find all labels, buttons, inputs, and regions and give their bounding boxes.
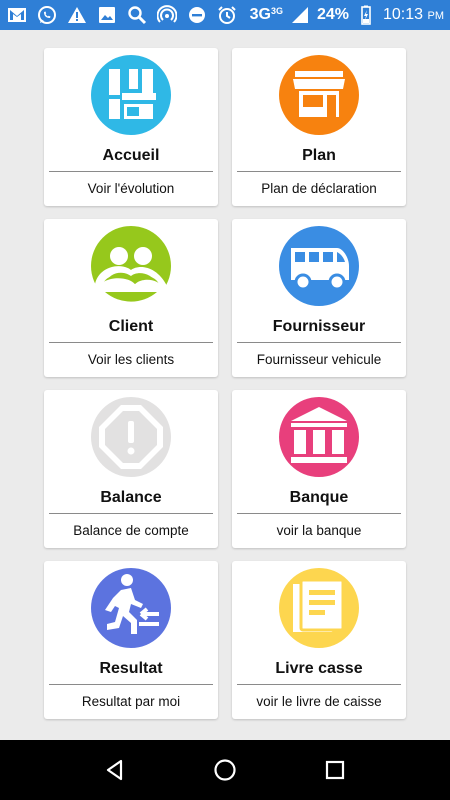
- alert-octagon-icon: [91, 397, 171, 477]
- card-subtitle: voir la banque: [276, 523, 362, 538]
- menu-grid: Accueil Voir l'évolution Plan Plan de dé…: [44, 48, 406, 719]
- people-icon: [91, 226, 171, 306]
- bus-icon: [279, 226, 359, 306]
- card-title: Accueil: [102, 147, 160, 164]
- card-subtitle: Voir l'évolution: [87, 181, 175, 196]
- recents-button[interactable]: [315, 750, 355, 790]
- bank-icon: [279, 397, 359, 477]
- card-resultat[interactable]: Resultat Resultat par moi: [44, 561, 218, 719]
- card-client[interactable]: Client Voir les clients: [44, 219, 218, 377]
- navigation-bar: [0, 740, 450, 800]
- divider: [237, 513, 401, 514]
- divider: [49, 684, 213, 685]
- card-subtitle: Plan de déclaration: [261, 181, 377, 196]
- warning-icon: [66, 4, 88, 26]
- divider: [49, 342, 213, 343]
- card-subtitle: Balance de compte: [73, 523, 189, 538]
- hotspot-icon: [156, 4, 178, 26]
- signal-icon: [289, 4, 311, 26]
- card-title: Banque: [289, 489, 349, 506]
- back-button[interactable]: [95, 750, 135, 790]
- card-title: Resultat: [99, 660, 163, 677]
- card-title: Client: [108, 318, 154, 335]
- card-title: Livre casse: [275, 660, 363, 677]
- card-balance[interactable]: Balance Balance de compte: [44, 390, 218, 548]
- store-icon: [279, 55, 359, 135]
- recents-icon: [325, 760, 345, 780]
- divider: [49, 171, 213, 172]
- card-plan[interactable]: Plan Plan de déclaration: [232, 48, 406, 206]
- card-title: Fournisseur: [272, 318, 366, 335]
- divider: [49, 513, 213, 514]
- card-title: Plan: [302, 147, 336, 164]
- divider: [237, 171, 401, 172]
- divider: [237, 684, 401, 685]
- notification-icons: [6, 4, 238, 26]
- home-icon: [214, 759, 236, 781]
- exit-walk-icon: [91, 568, 171, 648]
- card-banque[interactable]: Banque voir la banque: [232, 390, 406, 548]
- home-button[interactable]: [205, 750, 245, 790]
- card-fournisseur[interactable]: Fournisseur Fournisseur vehicule: [232, 219, 406, 377]
- search-icon: [126, 4, 148, 26]
- divider: [237, 342, 401, 343]
- network-type: 3G3G: [249, 6, 283, 23]
- clock: 10:13 PM: [383, 6, 444, 23]
- battery-percent: 24%: [316, 6, 349, 23]
- document-icon: [279, 568, 359, 648]
- status-bar: 3G3G 24% 10:13 PM: [0, 0, 450, 30]
- image-icon: [96, 4, 118, 26]
- battery-icon: [355, 4, 377, 26]
- card-subtitle: voir le livre de caisse: [256, 694, 382, 709]
- whatsapp-icon: [36, 4, 58, 26]
- card-subtitle: Fournisseur vehicule: [256, 352, 382, 367]
- card-subtitle: Resultat par moi: [81, 694, 181, 709]
- dnd-icon: [186, 4, 208, 26]
- alarm-icon: [216, 4, 238, 26]
- back-icon: [106, 759, 123, 781]
- card-livre-casse[interactable]: Livre casse voir le livre de caisse: [232, 561, 406, 719]
- dashboard-icon: [91, 55, 171, 135]
- card-subtitle: Voir les clients: [87, 352, 175, 367]
- gmail-icon: [6, 4, 28, 26]
- card-title: Balance: [100, 489, 162, 506]
- card-accueil[interactable]: Accueil Voir l'évolution: [44, 48, 218, 206]
